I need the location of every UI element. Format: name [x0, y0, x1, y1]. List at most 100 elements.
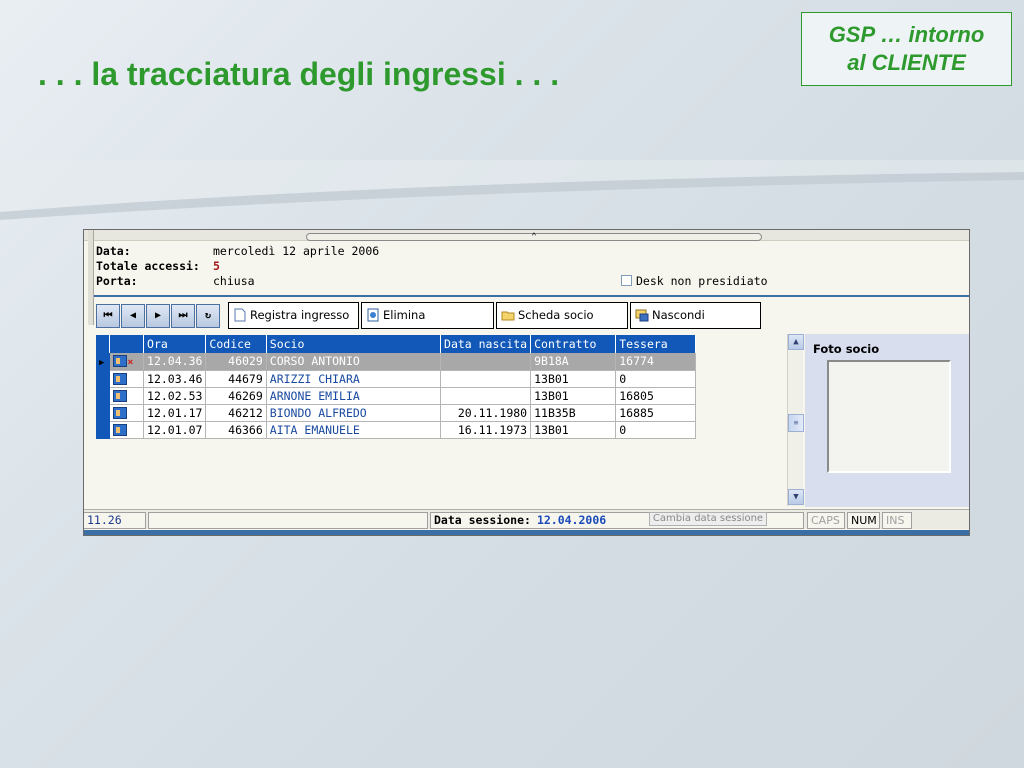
num-indicator: NUM	[847, 512, 880, 529]
row-selector[interactable]: ▶	[96, 353, 111, 371]
row-selector[interactable]	[96, 404, 111, 422]
cell-codice: 44679	[205, 370, 267, 388]
brand-line-2: al CLIENTE	[847, 50, 966, 75]
member-card-icon	[113, 372, 128, 385]
app-window: ⌃ Data: mercoledì 12 aprile 2006 Totale …	[83, 229, 970, 536]
table-row[interactable]: 12.01.17 46212 BIONDO ALFREDO 20.11.1980…	[96, 404, 696, 422]
bottom-bar	[84, 530, 969, 535]
cell-data-nascita	[440, 353, 532, 371]
cell-socio: CORSO ANTONIO	[266, 353, 442, 371]
hide-window-icon	[635, 306, 649, 322]
cell-codice: 46029	[205, 353, 267, 371]
brand-box: GSP … intorno al CLIENTE	[801, 12, 1012, 86]
cell-contratto: 13B01	[530, 370, 617, 388]
cambia-data-sessione-button[interactable]: Cambia data sessione	[649, 512, 767, 526]
cell-ora: 12.03.46	[143, 370, 207, 388]
scroll-up-button[interactable]: ▲	[788, 334, 804, 350]
col-header-socio[interactable]: Socio	[266, 335, 442, 353]
photo-panel: Foto socio	[805, 334, 969, 507]
porta-value: chiusa	[213, 274, 255, 288]
selector-header	[96, 335, 111, 353]
status-time: 11.26	[84, 512, 146, 529]
grid-header-row: Ora Codice Socio Data nascita Contratto …	[96, 335, 696, 353]
cell-tessera: 0	[615, 370, 696, 388]
cell-data-nascita: 20.11.1980	[440, 404, 532, 422]
member-card-icon	[113, 389, 128, 402]
cell-socio: AITA EMANUELE	[266, 421, 442, 439]
porta-label: Porta:	[96, 274, 138, 288]
desk-label: Desk non presidiato	[636, 274, 768, 288]
col-header-ora[interactable]: Ora	[143, 335, 207, 353]
folder-icon	[501, 306, 515, 321]
scheda-socio-button[interactable]: Scheda socio	[496, 302, 628, 329]
status-message	[148, 512, 428, 529]
cell-contratto: 13B01	[530, 421, 617, 439]
foto-socio-label: Foto socio	[813, 342, 880, 356]
cell-tessera: 16805	[615, 387, 696, 405]
col-header-data-nascita[interactable]: Data nascita	[440, 335, 532, 353]
cell-socio: BIONDO ALFREDO	[266, 404, 442, 422]
data-label: Data:	[96, 244, 131, 258]
col-header-tessera[interactable]: Tessera	[615, 335, 696, 353]
ins-indicator: INS	[882, 512, 912, 529]
cell-socio: ARNONE EMILIA	[266, 387, 442, 405]
next-record-button[interactable]: ▶	[146, 304, 170, 328]
slide-title: . . . la tracciatura degli ingressi . . …	[38, 56, 560, 92]
splitter-handle[interactable]: ⌃	[306, 233, 762, 242]
cell-codice: 46269	[205, 387, 267, 405]
first-record-button[interactable]: ⏮	[96, 304, 120, 328]
desk-checkbox[interactable]: Desk non presidiato	[621, 274, 768, 288]
status-bar: 11.26 Data sessione: 12.04.2006 Cambia da…	[84, 509, 969, 529]
elimina-button[interactable]: Elimina	[361, 302, 494, 329]
cell-tessera: 16885	[615, 404, 696, 422]
totale-label: Totale accessi:	[96, 259, 200, 273]
row-icon-cell: ×	[109, 353, 145, 371]
row-selector[interactable]	[96, 370, 111, 388]
scroll-thumb[interactable]: ≡	[788, 414, 804, 432]
member-card-icon	[113, 355, 128, 368]
cell-ora: 12.01.17	[143, 404, 207, 422]
info-data-row: Data:	[96, 244, 131, 258]
cell-contratto: 11B35B	[530, 404, 617, 422]
nascondi-button[interactable]: Nascondi	[630, 302, 761, 329]
cell-ora: 12.01.07	[143, 421, 207, 439]
document-icon	[233, 306, 247, 322]
col-header-codice[interactable]: Codice	[205, 335, 267, 353]
member-photo	[827, 360, 951, 473]
data-value: mercoledì 12 aprile 2006	[213, 244, 380, 258]
grid-scrollbar[interactable]: ▲ ≡ ▼	[787, 334, 804, 506]
member-card-icon	[113, 406, 128, 419]
cell-codice: 46212	[205, 404, 267, 422]
sessione-value: 12.04.2006	[536, 513, 607, 527]
refresh-button[interactable]: ↻	[196, 304, 220, 328]
cell-contratto: 13B01	[530, 387, 617, 405]
row-icon-cell	[109, 387, 145, 405]
row-icon-cell	[109, 404, 145, 422]
member-card-icon	[113, 423, 128, 436]
last-record-button[interactable]: ⏭	[171, 304, 195, 328]
checkbox-box[interactable]	[621, 275, 632, 286]
brand-line-1: GSP … intorno	[828, 22, 985, 47]
cell-ora: 12.02.53	[143, 387, 207, 405]
cell-contratto: 9B18A	[530, 353, 617, 371]
cell-ora: 12.04.36	[143, 353, 207, 371]
cell-codice: 46366	[205, 421, 267, 439]
accessi-grid: Ora Codice Socio Data nascita Contratto …	[96, 335, 696, 439]
prev-record-button[interactable]: ◀	[121, 304, 145, 328]
icon-header	[109, 335, 145, 353]
row-selector[interactable]	[96, 387, 111, 405]
table-row[interactable]: 12.01.07 46366 AITA EMANUELE 16.11.1973 …	[96, 421, 696, 439]
registra-ingresso-button[interactable]: Registra ingresso	[228, 302, 359, 329]
row-icon-cell	[109, 370, 145, 388]
separator	[94, 295, 969, 297]
table-row[interactable]: 12.03.46 44679 ARIZZI CHIARA 13B01 0	[96, 370, 696, 388]
left-splitter[interactable]	[88, 230, 94, 325]
row-icon-cell	[109, 421, 145, 439]
scroll-down-button[interactable]: ▼	[788, 489, 804, 505]
caps-indicator: CAPS	[807, 512, 845, 529]
table-row[interactable]: ▶ × 12.04.36 46029 CORSO ANTONIO 9B18A 1…	[96, 353, 696, 371]
col-header-contratto[interactable]: Contratto	[530, 335, 617, 353]
row-selector[interactable]	[96, 421, 111, 439]
cell-tessera: 16774	[615, 353, 696, 371]
table-row[interactable]: 12.02.53 46269 ARNONE EMILIA 13B01 16805	[96, 387, 696, 405]
